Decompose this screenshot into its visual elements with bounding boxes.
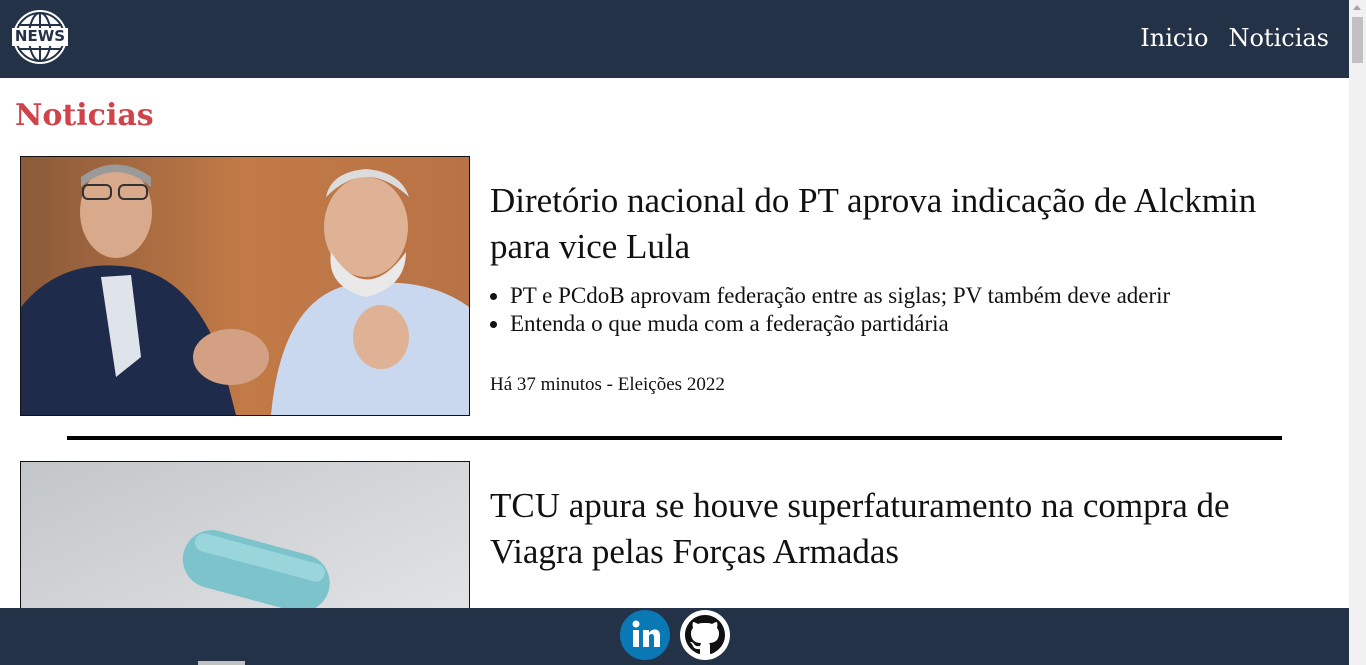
nav-inicio-link[interactable]: Inicio xyxy=(1140,24,1208,52)
linkedin-icon[interactable] xyxy=(620,610,670,660)
github-icon[interactable] xyxy=(680,610,730,660)
top-navbar: NEWS Inicio Noticias xyxy=(0,0,1349,78)
article-photo xyxy=(21,157,469,415)
logo-text: NEWS xyxy=(14,27,66,45)
article-headline[interactable]: Diretório nacional do PT aprova indicaçã… xyxy=(490,178,1310,270)
vertical-scrollbar[interactable] xyxy=(1349,0,1366,665)
article-meta: Há 37 minutos - Eleições 2022 xyxy=(490,374,725,395)
nav-noticias-link[interactable]: Noticias xyxy=(1228,24,1329,52)
scrollbar-thumb[interactable] xyxy=(1352,17,1363,63)
news-logo[interactable]: NEWS xyxy=(10,9,70,65)
article-headline[interactable]: TCU apura se houve superfaturamento na c… xyxy=(490,483,1310,575)
article-bullets: PT e PCdoB aprovam federação entre as si… xyxy=(490,282,1270,338)
footer xyxy=(0,608,1349,665)
main-nav: Inicio Noticias xyxy=(1140,24,1329,52)
article-image[interactable] xyxy=(20,156,470,416)
horizontal-scrollbar-thumb[interactable] xyxy=(198,661,245,665)
bullet-item[interactable]: PT e PCdoB aprovam federação entre as si… xyxy=(510,282,1270,310)
scroll-up-icon[interactable] xyxy=(1353,5,1361,10)
page-title: Noticias xyxy=(15,98,154,133)
article-divider xyxy=(67,436,1282,440)
bullet-item[interactable]: Entenda o que muda com a federação parti… xyxy=(510,310,1270,338)
